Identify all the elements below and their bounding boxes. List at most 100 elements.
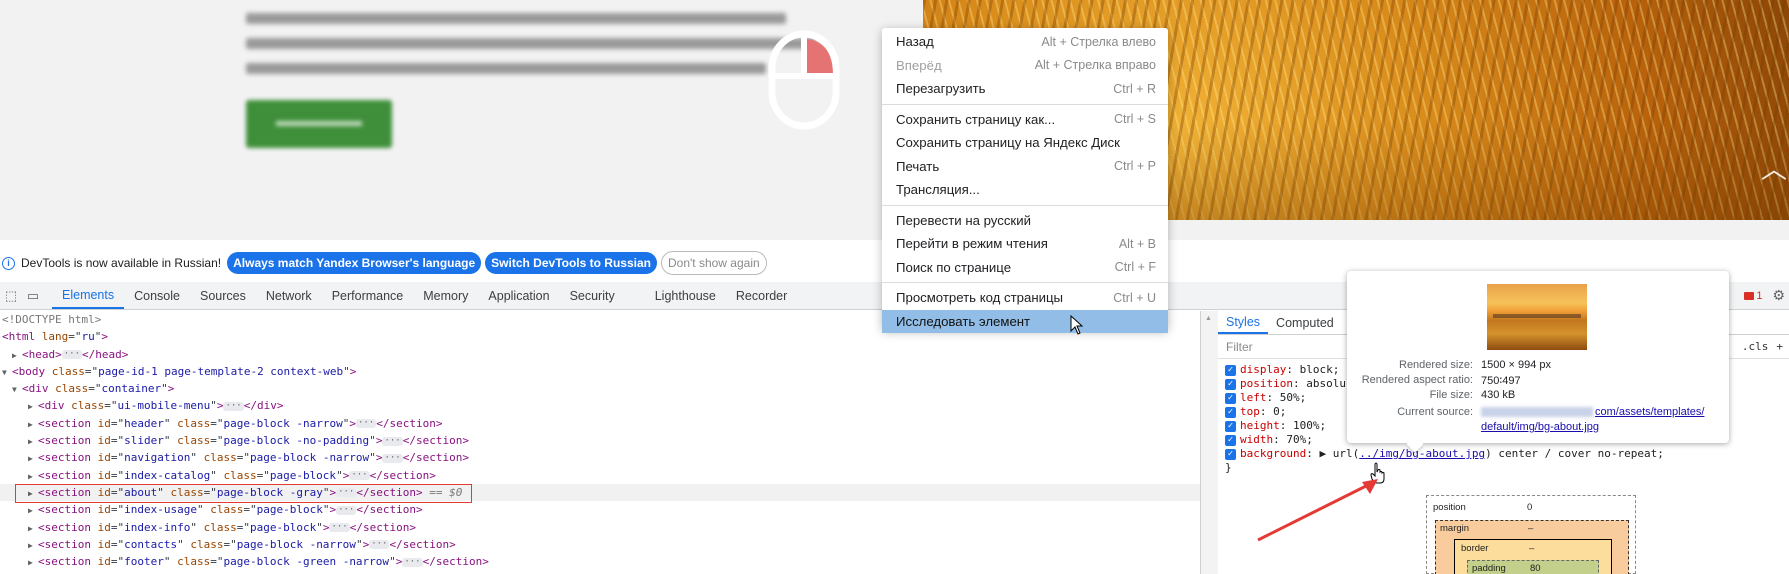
menu-item[interactable]: Перезагрузить Ctrl + R (882, 77, 1168, 101)
collapsed-content-ellipsis[interactable]: ··· (336, 488, 357, 498)
dom-node-line[interactable]: ▶ <section id="slider" class="page-block … (0, 432, 1200, 449)
attr-value[interactable]: page-id-1 page-template-2 context-web (98, 365, 343, 378)
declaration-property[interactable]: width (1240, 433, 1273, 447)
add-rule-icon[interactable]: + (1776, 340, 1783, 353)
attr-name[interactable]: class (52, 365, 85, 378)
dont-show-again-button[interactable]: Don't show again (660, 251, 767, 275)
attr-value[interactable]: ru (82, 330, 95, 343)
expand-arrow-icon[interactable]: ▶ (28, 416, 38, 433)
attr-name[interactable]: class (223, 469, 256, 482)
expand-arrow-icon[interactable]: ▶ (28, 520, 38, 537)
menu-item[interactable]: Исследовать элемент (882, 309, 1168, 333)
expand-arrow-icon[interactable]: ▶ (28, 398, 38, 415)
dom-node-line[interactable]: ▶ <section id="contacts" class="page-bloc… (0, 536, 1200, 553)
tab-application[interactable]: Application (478, 282, 559, 309)
collapsed-content-ellipsis[interactable]: ··· (382, 436, 403, 446)
attr-value[interactable]: page-block -narrow (250, 451, 369, 464)
attr-value[interactable]: slider (124, 434, 164, 447)
tab-security[interactable]: Security (560, 282, 625, 309)
settings-gear-icon[interactable]: ⚙ (1772, 287, 1785, 304)
collapsed-content-ellipsis[interactable]: ··· (382, 453, 403, 463)
tab-memory[interactable]: Memory (413, 282, 478, 309)
collapsed-content-ellipsis[interactable]: ··· (336, 505, 357, 515)
collapsed-content-ellipsis[interactable]: ··· (349, 471, 370, 481)
attr-value[interactable]: contacts (124, 538, 177, 551)
collapsed-content-ellipsis[interactable]: ··· (355, 419, 377, 429)
attr-name[interactable]: class (170, 486, 203, 499)
declaration-checkbox[interactable]: ✓ (1225, 392, 1236, 404)
attr-name[interactable]: class (55, 382, 88, 395)
declaration-property[interactable]: left (1240, 391, 1267, 405)
padding-value[interactable]: 80 (1530, 563, 1541, 574)
declaration-checkbox[interactable]: ✓ (1225, 378, 1236, 390)
tab-console[interactable]: Console (124, 282, 190, 309)
attr-name[interactable]: class (204, 521, 237, 534)
background-image-link[interactable]: ../img/bg-about.jpg (1359, 447, 1485, 461)
declaration-property[interactable]: background (1240, 447, 1306, 461)
expand-arrow-icon[interactable]: ▶ (12, 347, 22, 364)
tab-elements[interactable]: Elements (52, 282, 125, 309)
attr-name[interactable]: id (98, 538, 111, 551)
attr-value[interactable]: index-catalog (124, 469, 210, 482)
declaration-checkbox[interactable]: ✓ (1225, 434, 1236, 446)
menu-item[interactable]: Поиск по странице Ctrl + F (882, 256, 1168, 280)
collapsed-content-ellipsis[interactable]: ··· (223, 401, 244, 411)
match-language-button[interactable]: Always match Yandex Browser's language (227, 252, 482, 274)
border-value[interactable]: – (1529, 543, 1534, 554)
attr-name[interactable]: class (190, 538, 223, 551)
dom-node-line[interactable]: ▶ <section id="about" class="page-block -… (0, 483, 1200, 502)
declaration-property[interactable]: position (1240, 377, 1293, 391)
dom-node-line[interactable]: ▶ <div class="ui-mobile-menu"> ··· </div> (0, 397, 1200, 414)
attr-name[interactable]: class (177, 417, 210, 430)
declaration-value[interactable]: 70%; (1286, 433, 1313, 447)
attr-name[interactable]: id (98, 503, 111, 516)
expand-arrow-icon[interactable]: ▶ (28, 537, 38, 554)
attr-value[interactable]: page-block (250, 521, 316, 534)
attr-value[interactable]: header (124, 417, 164, 430)
tab-recorder[interactable]: Recorder (726, 282, 797, 309)
expand-arrow-icon[interactable]: ▶ (28, 554, 38, 571)
attr-name[interactable]: id (98, 521, 111, 534)
tab-network[interactable]: Network (256, 282, 322, 309)
attr-value[interactable]: page-block -narrow (237, 538, 356, 551)
declaration-value[interactable]: 0; (1273, 405, 1286, 419)
dom-node-line[interactable]: ▶ <section id="index-usage" class="page-b… (0, 501, 1200, 518)
tab-lighthouse[interactable]: Lighthouse (645, 282, 726, 309)
position-value[interactable]: 0 (1527, 502, 1532, 513)
attr-value[interactable]: page-block -narrow (223, 417, 342, 430)
attr-name[interactable]: class (177, 434, 210, 447)
dom-node-line[interactable]: ▶ <section id="index-info" class="page-bl… (0, 519, 1200, 536)
expand-arrow-icon[interactable]: ▶ (28, 468, 38, 485)
attr-value[interactable]: page-block (270, 469, 336, 482)
source-url-line1[interactable]: com/assets/templates/ (1595, 406, 1704, 418)
collapsed-content-ellipsis[interactable]: ··· (402, 557, 423, 567)
attr-value[interactable]: about (124, 486, 157, 499)
tab-performance[interactable]: Performance (322, 282, 414, 309)
device-toolbar-icon[interactable]: ▭ (22, 282, 44, 309)
cls-toggle[interactable]: .cls (1742, 340, 1769, 353)
declaration-checkbox[interactable]: ✓ (1225, 420, 1236, 432)
expand-arrow-icon[interactable]: ▶ (28, 450, 38, 467)
menu-item[interactable]: Печать Ctrl + P (882, 155, 1168, 179)
panel-splitter[interactable]: ▲ (1200, 311, 1218, 574)
attr-name[interactable]: id (98, 555, 111, 568)
dom-node-line[interactable]: ▶ <section id="header" class="page-block … (0, 415, 1200, 432)
inspect-element-icon[interactable]: ⬚ (0, 282, 22, 309)
source-url-line2[interactable]: default/img/bg-about.jpg (1481, 421, 1599, 433)
menu-item[interactable]: Сохранить страницу как... Ctrl + S (882, 108, 1168, 132)
dom-node-line[interactable]: ▶ <section id="navigation" class="page-bl… (0, 449, 1200, 466)
declaration-checkbox[interactable]: ✓ (1225, 448, 1236, 460)
attr-value[interactable]: page-block -green -narrow (223, 555, 389, 568)
attr-name[interactable]: class (177, 555, 210, 568)
attr-name[interactable]: id (98, 451, 111, 464)
declaration-value[interactable]: 100%; (1293, 419, 1326, 433)
declaration-property[interactable]: top (1240, 405, 1260, 419)
attr-value[interactable]: ui-mobile-menu (118, 399, 211, 412)
declaration-value[interactable]: absolu (1306, 377, 1346, 391)
collapse-arrow-icon[interactable]: ▼ (12, 381, 22, 398)
menu-item[interactable]: Сохранить страницу на Яндекс Диск (882, 131, 1168, 155)
attr-name[interactable]: lang (42, 330, 69, 343)
menu-item[interactable]: Назад Alt + Стрелка влево (882, 30, 1168, 54)
dom-node-line[interactable]: ▶ <section id="index-catalog" class="page… (0, 467, 1200, 484)
styles-tab-styles[interactable]: Styles (1218, 311, 1269, 334)
